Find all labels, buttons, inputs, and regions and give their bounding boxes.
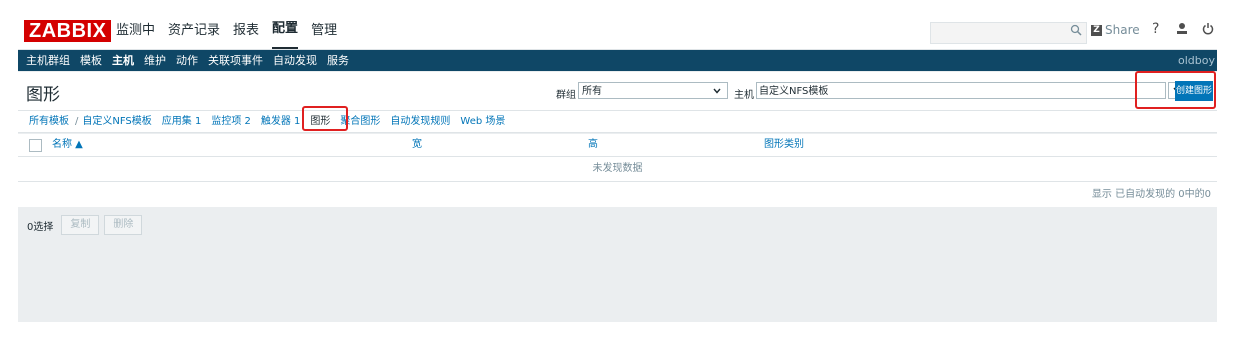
column-width[interactable]: 宽: [412, 134, 422, 156]
tab-all-templates[interactable]: 所有模板: [29, 111, 69, 132]
empty-table-message: 未发现数据: [18, 157, 1217, 182]
help-icon[interactable]: ?: [1152, 21, 1159, 37]
zabbix-logo[interactable]: ZABBIX: [24, 20, 112, 42]
selected-count: 0选择: [27, 221, 54, 233]
top-bar: ZABBIX 监测中 资产记录 报表 配置 管理 Z Share ?: [18, 12, 1217, 50]
submenu-event-correlation[interactable]: 关联项事件: [208, 50, 263, 71]
tab-triggers[interactable]: 触发器 1: [261, 111, 301, 132]
search-input[interactable]: [930, 22, 1087, 44]
tab-applications[interactable]: 应用集 1: [162, 111, 202, 132]
submenu-templates[interactable]: 模板: [80, 50, 102, 71]
submenu-host-groups[interactable]: 主机群组: [26, 50, 70, 71]
host-select-input[interactable]: 自定义NFS模板: [756, 82, 1166, 99]
column-graph-type[interactable]: 图形类别: [764, 134, 804, 156]
column-name[interactable]: 名称 ▲: [52, 134, 83, 156]
group-select-value: 所有: [582, 86, 602, 97]
template-tabs: 所有模板 / 自定义NFS模板 应用集 1 监控项 2 触发器 1 图形 聚合图…: [18, 111, 1217, 133]
highlight-create-graph: [1135, 71, 1216, 109]
user-name: oldboy: [1178, 54, 1215, 67]
search-icon[interactable]: [1070, 24, 1082, 40]
menu-monitoring[interactable]: 监测中: [116, 12, 155, 49]
column-height[interactable]: 高: [588, 134, 598, 156]
share-button[interactable]: Z Share: [1091, 23, 1140, 37]
paging-info: 显示 已自动发现的 0中的0: [1091, 189, 1211, 200]
host-select-value: 自定义NFS模板: [759, 86, 829, 97]
group-filter-label: 群组: [556, 90, 576, 101]
breadcrumb-separator: /: [75, 116, 79, 127]
delete-button[interactable]: 删除: [104, 215, 143, 235]
table-footer: 显示 已自动发现的 0中的0: [18, 182, 1217, 207]
submenu-hosts[interactable]: 主机: [112, 50, 134, 71]
share-label: Share: [1105, 23, 1140, 37]
menu-configuration[interactable]: 配置: [272, 12, 299, 49]
tab-web-scenarios[interactable]: Web 场景: [460, 111, 505, 132]
tab-discovery-rules[interactable]: 自动发现规则: [390, 111, 450, 132]
user-profile-icon[interactable]: [1176, 21, 1188, 39]
host-filter-label: 主机: [734, 90, 754, 101]
menu-inventory[interactable]: 资产记录: [168, 12, 220, 49]
tab-items[interactable]: 监控项 2: [211, 111, 251, 132]
menu-reports[interactable]: 报表: [233, 12, 259, 49]
copy-button[interactable]: 复制: [61, 215, 100, 235]
sub-menu: 主机群组 模板 主机 维护 动作 关联项事件 自动发现 服务 oldboy: [18, 50, 1217, 71]
page-header: 图形 群组 所有 主机 自定义NFS模板 创建图形: [18, 72, 1217, 111]
select-all-checkbox[interactable]: [29, 139, 42, 152]
zabbix-app: ZABBIX 监测中 资产记录 报表 配置 管理 Z Share ? 主机群组 …: [18, 12, 1217, 322]
highlight-graphs-tab: [302, 106, 348, 131]
submenu-services[interactable]: 服务: [327, 50, 349, 71]
table-header: 名称 ▲ 宽 高 图形类别: [18, 134, 1217, 157]
submenu-discovery[interactable]: 自动发现: [273, 50, 317, 71]
submenu-maintenance[interactable]: 维护: [144, 50, 166, 71]
submenu-actions[interactable]: 动作: [176, 50, 198, 71]
main-menu: 监测中 资产记录 报表 配置 管理: [116, 12, 350, 49]
sign-out-icon[interactable]: [1202, 21, 1214, 39]
chevron-down-icon: [713, 83, 721, 100]
mass-actions: 0选择 复制 删除: [18, 214, 147, 236]
share-z-icon: Z: [1091, 24, 1102, 36]
menu-administration[interactable]: 管理: [311, 12, 337, 49]
tab-template-name[interactable]: 自定义NFS模板: [82, 111, 151, 132]
group-select[interactable]: 所有: [578, 82, 728, 99]
page-title: 图形: [26, 85, 60, 105]
